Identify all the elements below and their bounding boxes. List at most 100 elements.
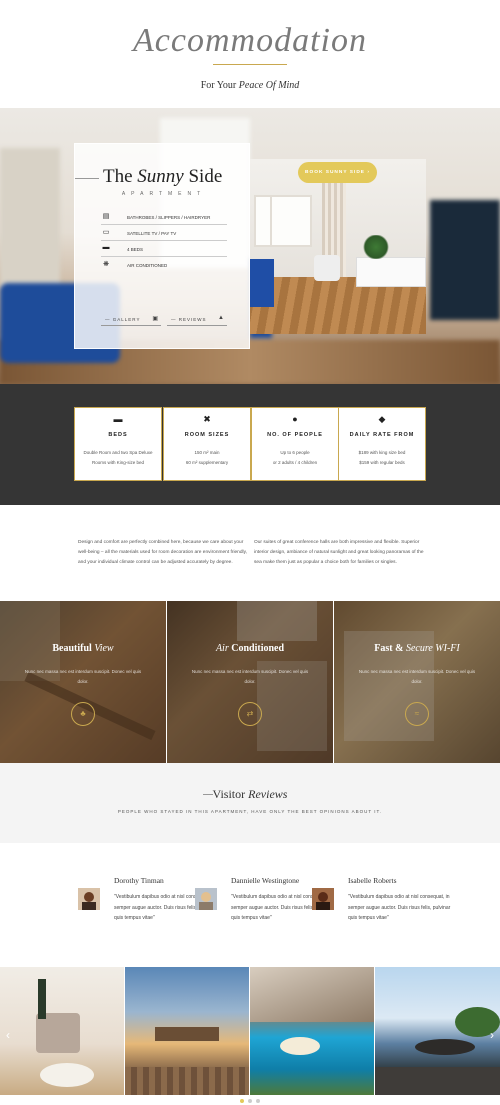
hero-tv [430,200,500,320]
apartment-subtitle: APARTMENT [121,191,207,197]
photo-detail [415,1039,475,1055]
gallery-button[interactable]: — GALLERY ▣ [101,314,161,326]
photo-detail [125,1067,249,1095]
stat-line: Up to 6 people [280,450,310,455]
reviews-subtitle: PEOPLE WHO STAYED IN THIS APARTMENT, HAV… [117,809,383,814]
photo-plant [362,235,390,259]
apartment-card: The Sunny Side APARTMENT ▤ BATHROBES / S… [74,143,250,349]
feature-row: ▬ 4 BEDS [101,242,227,257]
bed-icon: ▬ [113,414,123,424]
photo-detail [36,1013,80,1053]
gallery-photo-champagne[interactable] [0,967,124,1095]
chevron-left-icon[interactable]: ‹ [3,1027,13,1043]
apartment-title-suffix: Side [183,166,223,187]
stats-band: ▬ BEDS Double Room and two Spa Deluxe Ro… [0,384,500,505]
gallery-label: — GALLERY [105,317,141,322]
photo-detail [375,1067,500,1095]
reviewer-name: Dannielle Westingtone [231,876,300,885]
highlight-beautiful-view[interactable]: Beautiful View Nunc nec massa nec est in… [0,601,166,763]
highlight-title: Beautiful View [52,643,114,654]
reviews-header: Visitor Reviews PEOPLE WHO STAYED IN THI… [0,763,500,843]
photo-gallery [0,967,500,1095]
photo-chair [314,255,340,281]
stat-line: Rooms with King-size bed [91,460,145,465]
gallery-dot-active[interactable] [240,1099,244,1103]
feature-label: BATHROBES / SLIPPERS / HAIRDRYER [127,215,211,220]
stat-line: or 2 adults / 4 children [272,460,318,465]
feature-row: ▤ BATHROBES / SLIPPERS / HAIRDRYER [101,210,227,225]
photo-detail [38,979,46,1019]
stat-card-people: ● NO. OF PEOPLE Up to 6 people or 2 adul… [251,407,339,481]
photo-detail [280,1037,320,1055]
person-icon: ● [292,414,298,424]
highlight-divider [166,601,167,763]
stat-title: ROOM SIZES [184,432,230,438]
feature-label: AIR CONDITIONED [127,263,168,268]
stat-card-beds: ▬ BEDS Double Room and two Spa Deluxe Ro… [74,407,162,481]
stat-card-daily-rate: ◆ DAILY RATE FROM $189 with king size be… [338,407,426,481]
photo-sofa [250,259,274,307]
highlight-title: Air Conditioned [215,643,285,654]
card-title-line [75,178,99,179]
description-right: Our suites of great conference halls are… [254,540,424,565]
highlight-wifi[interactable]: Fast & Secure WI-FI Nunc nec massa nec e… [334,601,500,763]
photo-detail [40,1063,94,1087]
book-button-label: BOOK SUNNY SIDE [305,170,365,175]
photo-window [254,195,312,247]
tag-icon: ◆ [378,414,386,424]
photo-detail [250,967,374,1022]
camera-icon: ▣ [152,316,159,322]
photo-detail [155,1027,219,1041]
stat-title: BEDS [108,432,128,438]
expand-icon: ✖ [203,414,211,424]
subtitle-prefix: For Your [200,80,239,91]
subtitle-italic: Peace Of Mind [238,80,300,91]
stat-line: Double Room and two Spa Deluxe [83,450,153,455]
stat-line: 150 m² main [194,450,220,455]
chevron-right-icon: › [367,170,370,175]
gallery-dot[interactable] [256,1099,260,1103]
apartment-title-prefix: The [103,166,138,187]
highlight-air-conditioned[interactable]: Air Conditioned Nunc nec massa nec est i… [167,601,333,763]
feature-label: 4 BEDS [127,247,144,252]
stat-line: $189 with king size bed [358,450,406,455]
bed-icon: ▬ [102,244,110,251]
gallery-photo-terrace[interactable] [375,967,500,1095]
page-header: Accommodation For Your Peace Of Mind [0,0,500,108]
highlight-divider [333,601,334,763]
reviews-button[interactable]: — REVIEWS ▲ [167,314,227,326]
page-subtitle: For Your Peace Of Mind [0,80,500,91]
avatar [312,888,334,910]
gallery-photo-beach[interactable] [250,967,374,1095]
apartment-title-italic: Sunny [137,166,184,187]
book-sunny-side-button[interactable]: BOOK SUNNY SIDE › [298,162,377,183]
avatar [78,888,100,910]
highlight-text: Nunc nec massa nec est interdum suscipit… [191,669,309,684]
tv-icon: ▭ [102,229,110,236]
chevron-right-icon[interactable]: › [487,1027,497,1043]
highlight-text: Nunc nec massa nec est interdum suscipit… [358,669,476,684]
apartment-photo[interactable] [250,159,426,334]
reviews-title: Visitor Reviews [212,787,288,801]
stat-line: $159 with regular beds [359,460,405,465]
photo-window-frame [270,195,272,247]
toggle-icon[interactable]: ⇄ [238,702,262,726]
gallery-dot[interactable] [248,1099,252,1103]
highlights-strip: Beautiful View Nunc nec massa nec est in… [0,601,500,763]
description-left: Design and comfort are perfectly combine… [78,540,247,565]
avatar [195,888,217,910]
title-divider [213,64,287,65]
feature-label: SATELLITE TV / PAY TV [127,231,177,236]
reviewer-name: Dorothy Tinman [114,876,164,885]
bathtub-icon: ▤ [102,213,110,220]
gallery-photo-pier[interactable] [125,967,249,1095]
highlight-title: Fast & Secure WI-FI [374,643,460,654]
feature-row: ▭ SATELLITE TV / PAY TV [101,226,227,241]
stat-title: NO. OF PEOPLE [267,432,323,438]
thumbs-up-icon: ▲ [218,315,225,321]
reviews-label: — REVIEWS [171,317,207,322]
wifi-icon[interactable]: ≈ [405,702,429,726]
snowflake-icon: ❋ [103,261,109,268]
leaf-icon[interactable]: ♣ [71,702,95,726]
hero-curtain-left [0,148,60,288]
